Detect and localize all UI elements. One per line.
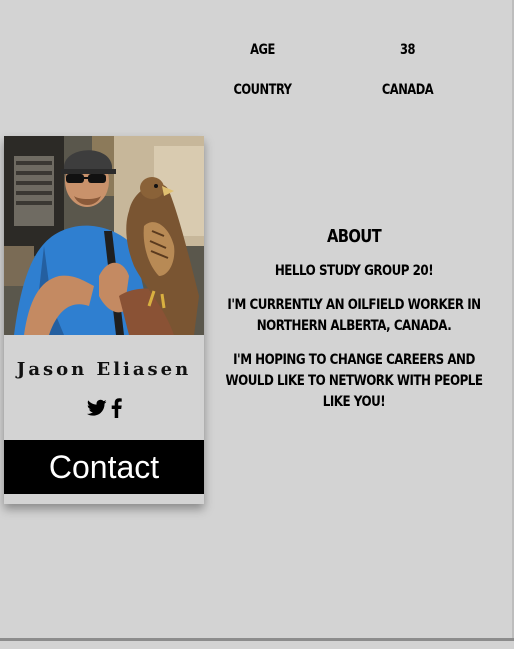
about-paragraph: I'M HOPING TO CHANGE CAREERS AND WOULD L… [225,352,483,410]
facebook-icon[interactable] [111,398,122,418]
page-bottom-border [0,638,514,641]
stat-row-country: COUNTRY CANADA [190,70,480,110]
about-section: ABOUT HELLO STUDY GROUP 20! I'M CURRENTL… [222,226,486,426]
stat-value: CANADA [381,82,434,98]
stats-table: AGE 38 COUNTRY CANADA [190,30,480,110]
about-paragraph: I'M CURRENTLY AN OILFIELD WORKER IN NORT… [227,297,481,334]
stat-label: COUNTRY [233,82,292,98]
social-links [4,396,204,420]
stat-label: AGE [250,42,275,58]
about-paragraph: HELLO STUDY GROUP 20! [274,263,434,279]
profile-photo-image [4,136,204,335]
contact-button[interactable]: Contact [4,440,204,494]
profile-name: Jason Eliasen [16,359,192,380]
about-title: ABOUT [326,226,382,247]
stat-value: 38 [399,42,415,58]
twitter-icon[interactable] [86,399,107,417]
stat-row-age: AGE 38 [190,30,480,70]
profile-photo [4,136,204,335]
profile-card: Jason Eliasen Contact [4,136,204,504]
